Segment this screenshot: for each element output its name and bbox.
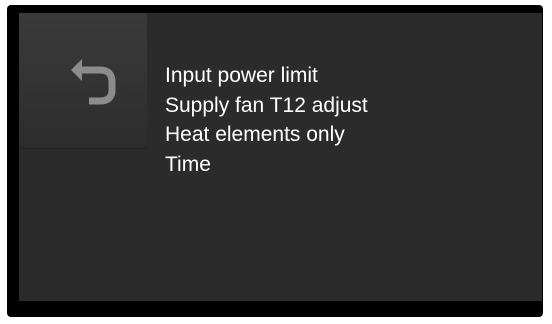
menu-item-heat-elements-only[interactable]: Heat elements only [165,120,368,150]
menu-item-supply-fan-t12-adjust[interactable]: Supply fan T12 adjust [165,91,368,121]
display-screen: Input power limit Supply fan T12 adjust … [19,13,542,301]
back-arrow-icon [71,59,127,107]
menu-item-time[interactable]: Time [165,150,368,180]
device-frame: Input power limit Supply fan T12 adjust … [7,5,543,317]
back-button[interactable] [19,13,147,149]
menu-item-input-power-limit[interactable]: Input power limit [165,61,368,91]
settings-menu: Input power limit Supply fan T12 adjust … [165,61,368,179]
